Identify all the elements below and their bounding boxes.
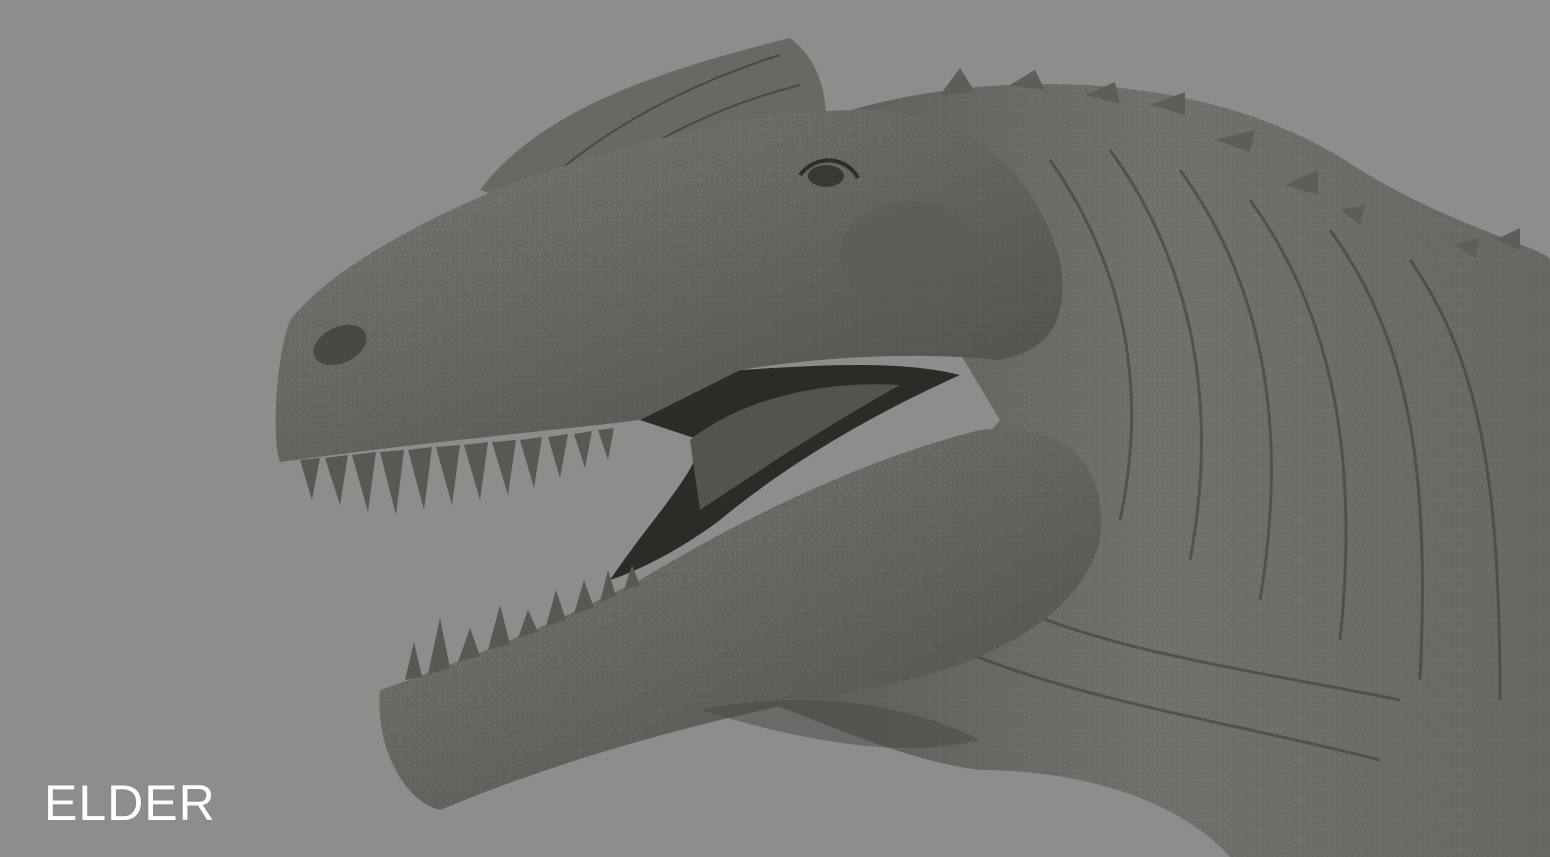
- caption-label: ELDER: [44, 775, 216, 831]
- render-viewport: ELDER: [0, 0, 1550, 857]
- eye: [808, 165, 844, 187]
- dinosaur-sculpt-render: [275, 38, 1550, 857]
